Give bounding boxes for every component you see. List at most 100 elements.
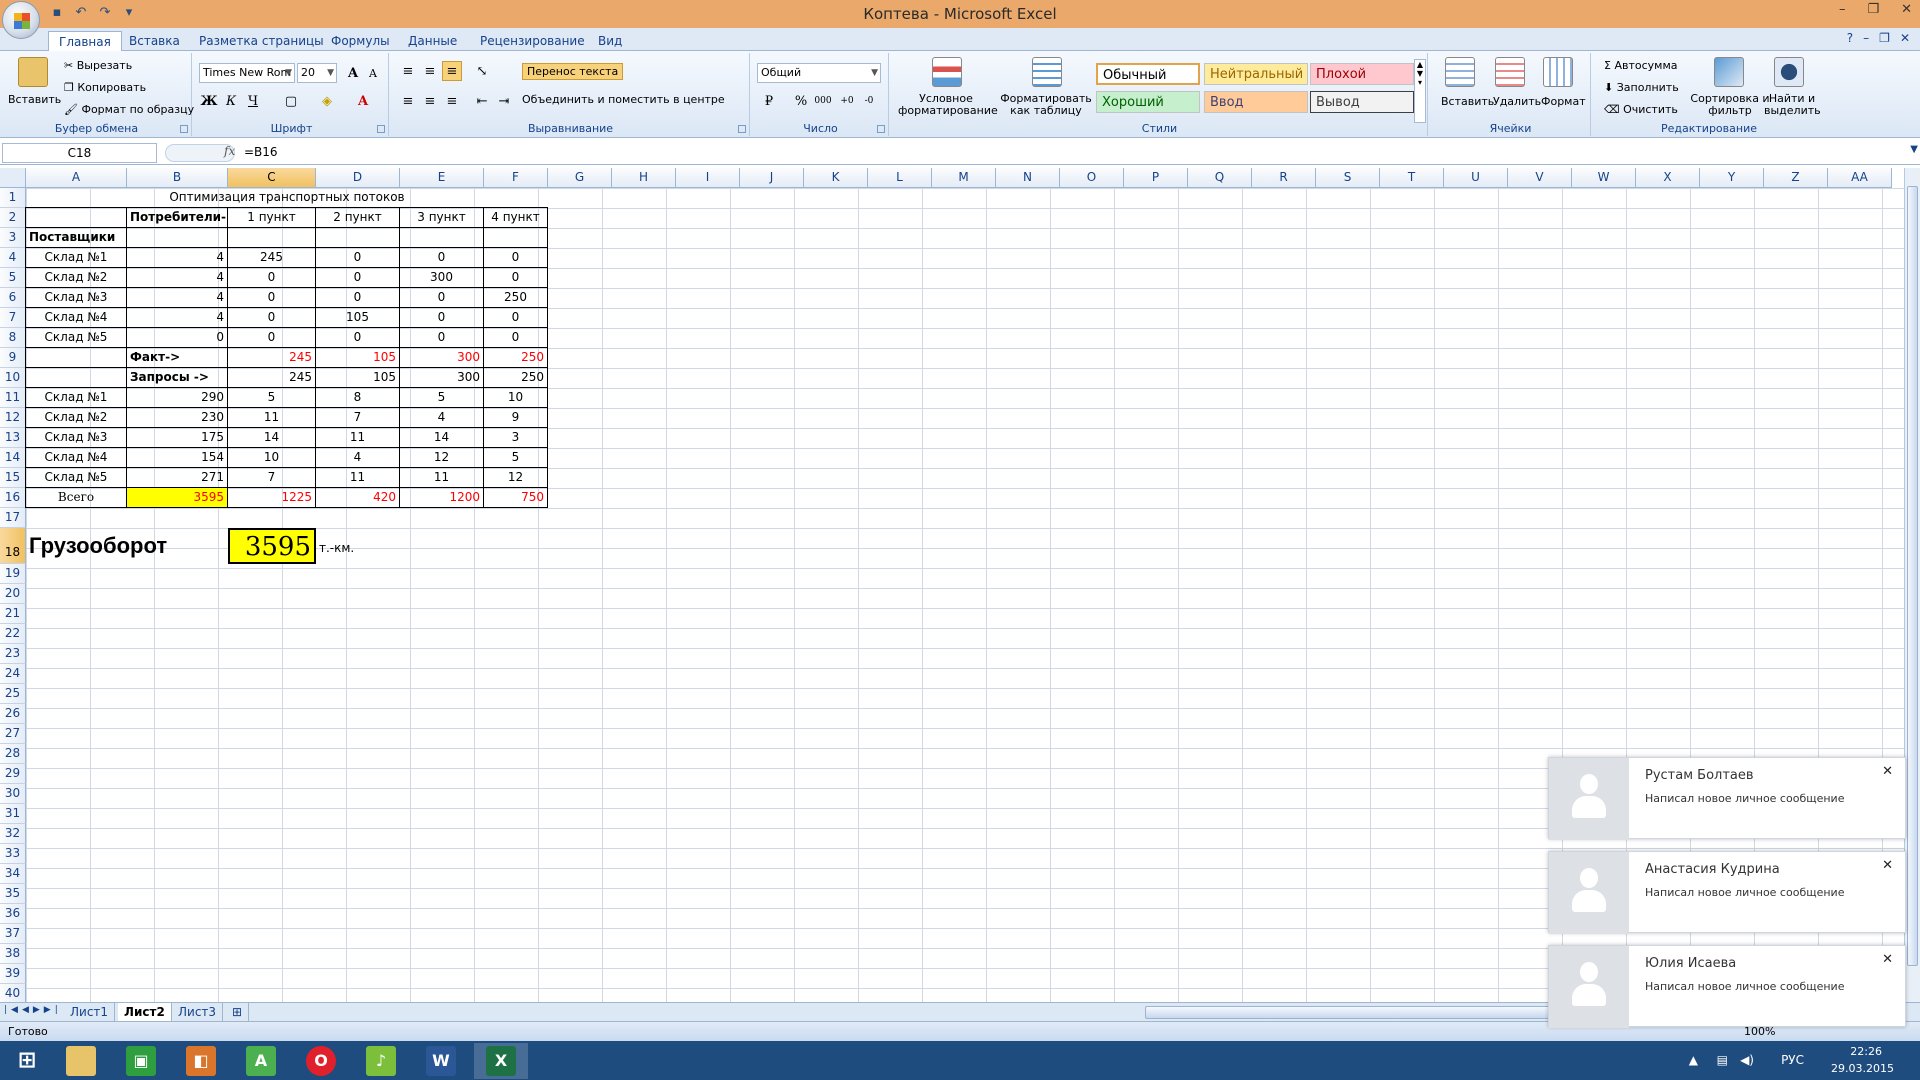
close-icon[interactable]: ✕ xyxy=(1882,952,1893,967)
delete-cells-icon[interactable] xyxy=(1495,57,1525,87)
format-as-table-button[interactable]: Форматировать как таблицу xyxy=(998,93,1094,117)
row-header[interactable]: 32 xyxy=(0,824,26,844)
cost-cell[interactable]: 14 xyxy=(228,428,316,448)
row-header[interactable]: 29 xyxy=(0,764,26,784)
row-header[interactable]: 25 xyxy=(0,684,26,704)
align-right-icon[interactable]: ≡ xyxy=(442,91,462,111)
plan-cell[interactable]: 0 xyxy=(400,308,484,328)
style-output[interactable]: Вывод xyxy=(1310,91,1414,113)
row-header[interactable]: 10 xyxy=(0,368,26,388)
notification-toast[interactable]: Юлия Исаева Написал новое личное сообщен… xyxy=(1548,945,1906,1028)
insert-function-icon[interactable]: fx xyxy=(224,144,235,158)
row-header[interactable]: 17 xyxy=(0,508,26,528)
sheet-tab-1[interactable]: Лист1 xyxy=(64,1003,116,1021)
column-header[interactable]: A xyxy=(26,168,127,188)
undo-icon[interactable]: ↶ xyxy=(72,4,90,22)
fact-cell[interactable]: 250 xyxy=(484,348,548,368)
align-bottom-icon[interactable]: ≡ xyxy=(442,61,462,81)
row-header[interactable]: 38 xyxy=(0,944,26,964)
copy-button[interactable]: ❐ Копировать xyxy=(64,81,146,94)
plan-cell[interactable]: 0 xyxy=(316,268,400,288)
sort-filter-icon[interactable] xyxy=(1714,57,1744,87)
notification-toast[interactable]: Рустам Болтаев Написал новое личное сооб… xyxy=(1548,757,1906,840)
row-header[interactable]: 33 xyxy=(0,844,26,864)
column-header[interactable]: Q xyxy=(1188,168,1252,188)
column-header[interactable]: K xyxy=(804,168,868,188)
row-header[interactable]: 39 xyxy=(0,964,26,984)
underline-button[interactable]: Ч xyxy=(243,91,263,111)
request-cell[interactable]: 300 xyxy=(400,368,484,388)
warehouse-label[interactable]: Склад №1 xyxy=(26,248,127,268)
restore-icon[interactable]: ❐ xyxy=(1867,2,1879,17)
fact-cell[interactable]: 105 xyxy=(316,348,400,368)
plan-cell[interactable]: 0 xyxy=(228,288,316,308)
font-color-icon[interactable]: A xyxy=(353,91,373,111)
column-header[interactable]: W xyxy=(1572,168,1636,188)
row-header[interactable]: 24 xyxy=(0,664,26,684)
shrink-font-button[interactable]: A xyxy=(363,63,383,83)
plan-cell[interactable]: 0 xyxy=(316,328,400,348)
row-header[interactable]: 1 xyxy=(0,188,26,208)
column-header[interactable]: P xyxy=(1124,168,1188,188)
fill-color-icon[interactable]: ◈ xyxy=(317,91,337,111)
sort-filter-button[interactable]: Сортировка и фильтр xyxy=(1690,93,1770,117)
insert-cells-button[interactable]: Вставить xyxy=(1441,95,1494,108)
column-header[interactable]: R xyxy=(1252,168,1316,188)
row-header[interactable]: 3 xyxy=(0,228,26,248)
style-bad[interactable]: Плохой xyxy=(1310,63,1414,85)
column-header[interactable]: S xyxy=(1316,168,1380,188)
format-as-table-icon[interactable] xyxy=(1032,57,1062,87)
format-cells-icon[interactable] xyxy=(1543,57,1573,87)
plan-cell[interactable]: 250 xyxy=(484,288,548,308)
row-header[interactable]: 2 xyxy=(0,208,26,228)
conditional-format-button[interactable]: Условное форматирование xyxy=(898,93,998,117)
row-header[interactable]: 36 xyxy=(0,904,26,924)
total-cell[interactable]: 3595 xyxy=(127,488,228,508)
currency-icon[interactable]: ₽ xyxy=(759,91,779,111)
row-header[interactable]: 34 xyxy=(0,864,26,884)
plan-cell[interactable]: 0 xyxy=(400,328,484,348)
consumers-label[interactable]: Потребители-> xyxy=(127,208,228,228)
point-header[interactable]: 1 пункт xyxy=(228,208,316,228)
plan-cell[interactable]: 4 xyxy=(127,248,228,268)
grow-font-button[interactable]: A xyxy=(343,63,363,83)
office-button[interactable] xyxy=(2,1,40,39)
row-header[interactable]: 21 xyxy=(0,604,26,624)
tab-review[interactable]: Рецензирование xyxy=(480,31,585,51)
help-icon[interactable]: ? xyxy=(1847,31,1853,45)
row-header[interactable]: 14 xyxy=(0,448,26,468)
row-header[interactable]: 27 xyxy=(0,724,26,744)
row-header[interactable]: 26 xyxy=(0,704,26,724)
sheet-title[interactable]: Оптимизация транспортных потоков xyxy=(26,188,548,208)
taskbar-paint[interactable]: ◧ xyxy=(174,1043,228,1079)
requests-label[interactable]: Запросы -> xyxy=(127,368,228,388)
point-header[interactable]: 2 пункт xyxy=(316,208,400,228)
align-middle-icon[interactable]: ≡ xyxy=(420,61,440,81)
cut-button[interactable]: ✂ Вырезать xyxy=(64,59,132,72)
plan-cell[interactable]: 0 xyxy=(400,248,484,268)
row-header[interactable]: 40 xyxy=(0,984,26,1004)
taskbar-excel[interactable]: X xyxy=(474,1043,528,1079)
formula-input[interactable]: =B16 xyxy=(244,145,278,159)
plan-cell[interactable]: 0 xyxy=(484,308,548,328)
row-header[interactable]: 19 xyxy=(0,564,26,584)
turnover-unit[interactable]: т.-км. xyxy=(316,528,400,564)
close-icon[interactable]: ✕ xyxy=(1901,2,1912,17)
warehouse-label[interactable]: Склад №1 xyxy=(26,388,127,408)
redo-icon[interactable]: ↷ xyxy=(96,4,114,22)
supply-cell[interactable]: 230 xyxy=(127,408,228,428)
warehouse-label[interactable]: Склад №4 xyxy=(26,448,127,468)
plan-cell[interactable]: 245 xyxy=(228,248,316,268)
cost-cell[interactable]: 12 xyxy=(400,448,484,468)
row-header[interactable]: 30 xyxy=(0,784,26,804)
column-header[interactable]: B xyxy=(127,168,228,188)
column-header[interactable]: Z xyxy=(1764,168,1828,188)
fill-button[interactable]: ⬇ Заполнить xyxy=(1604,81,1679,94)
supply-cell[interactable]: 175 xyxy=(127,428,228,448)
paste-icon[interactable] xyxy=(18,57,48,87)
increase-decimal-icon[interactable]: +0 xyxy=(837,91,857,111)
plan-cell[interactable]: 0 xyxy=(228,268,316,288)
select-all-corner[interactable] xyxy=(0,168,26,188)
tab-data[interactable]: Данные xyxy=(408,31,457,51)
warehouse-label[interactable]: Склад №3 xyxy=(26,428,127,448)
